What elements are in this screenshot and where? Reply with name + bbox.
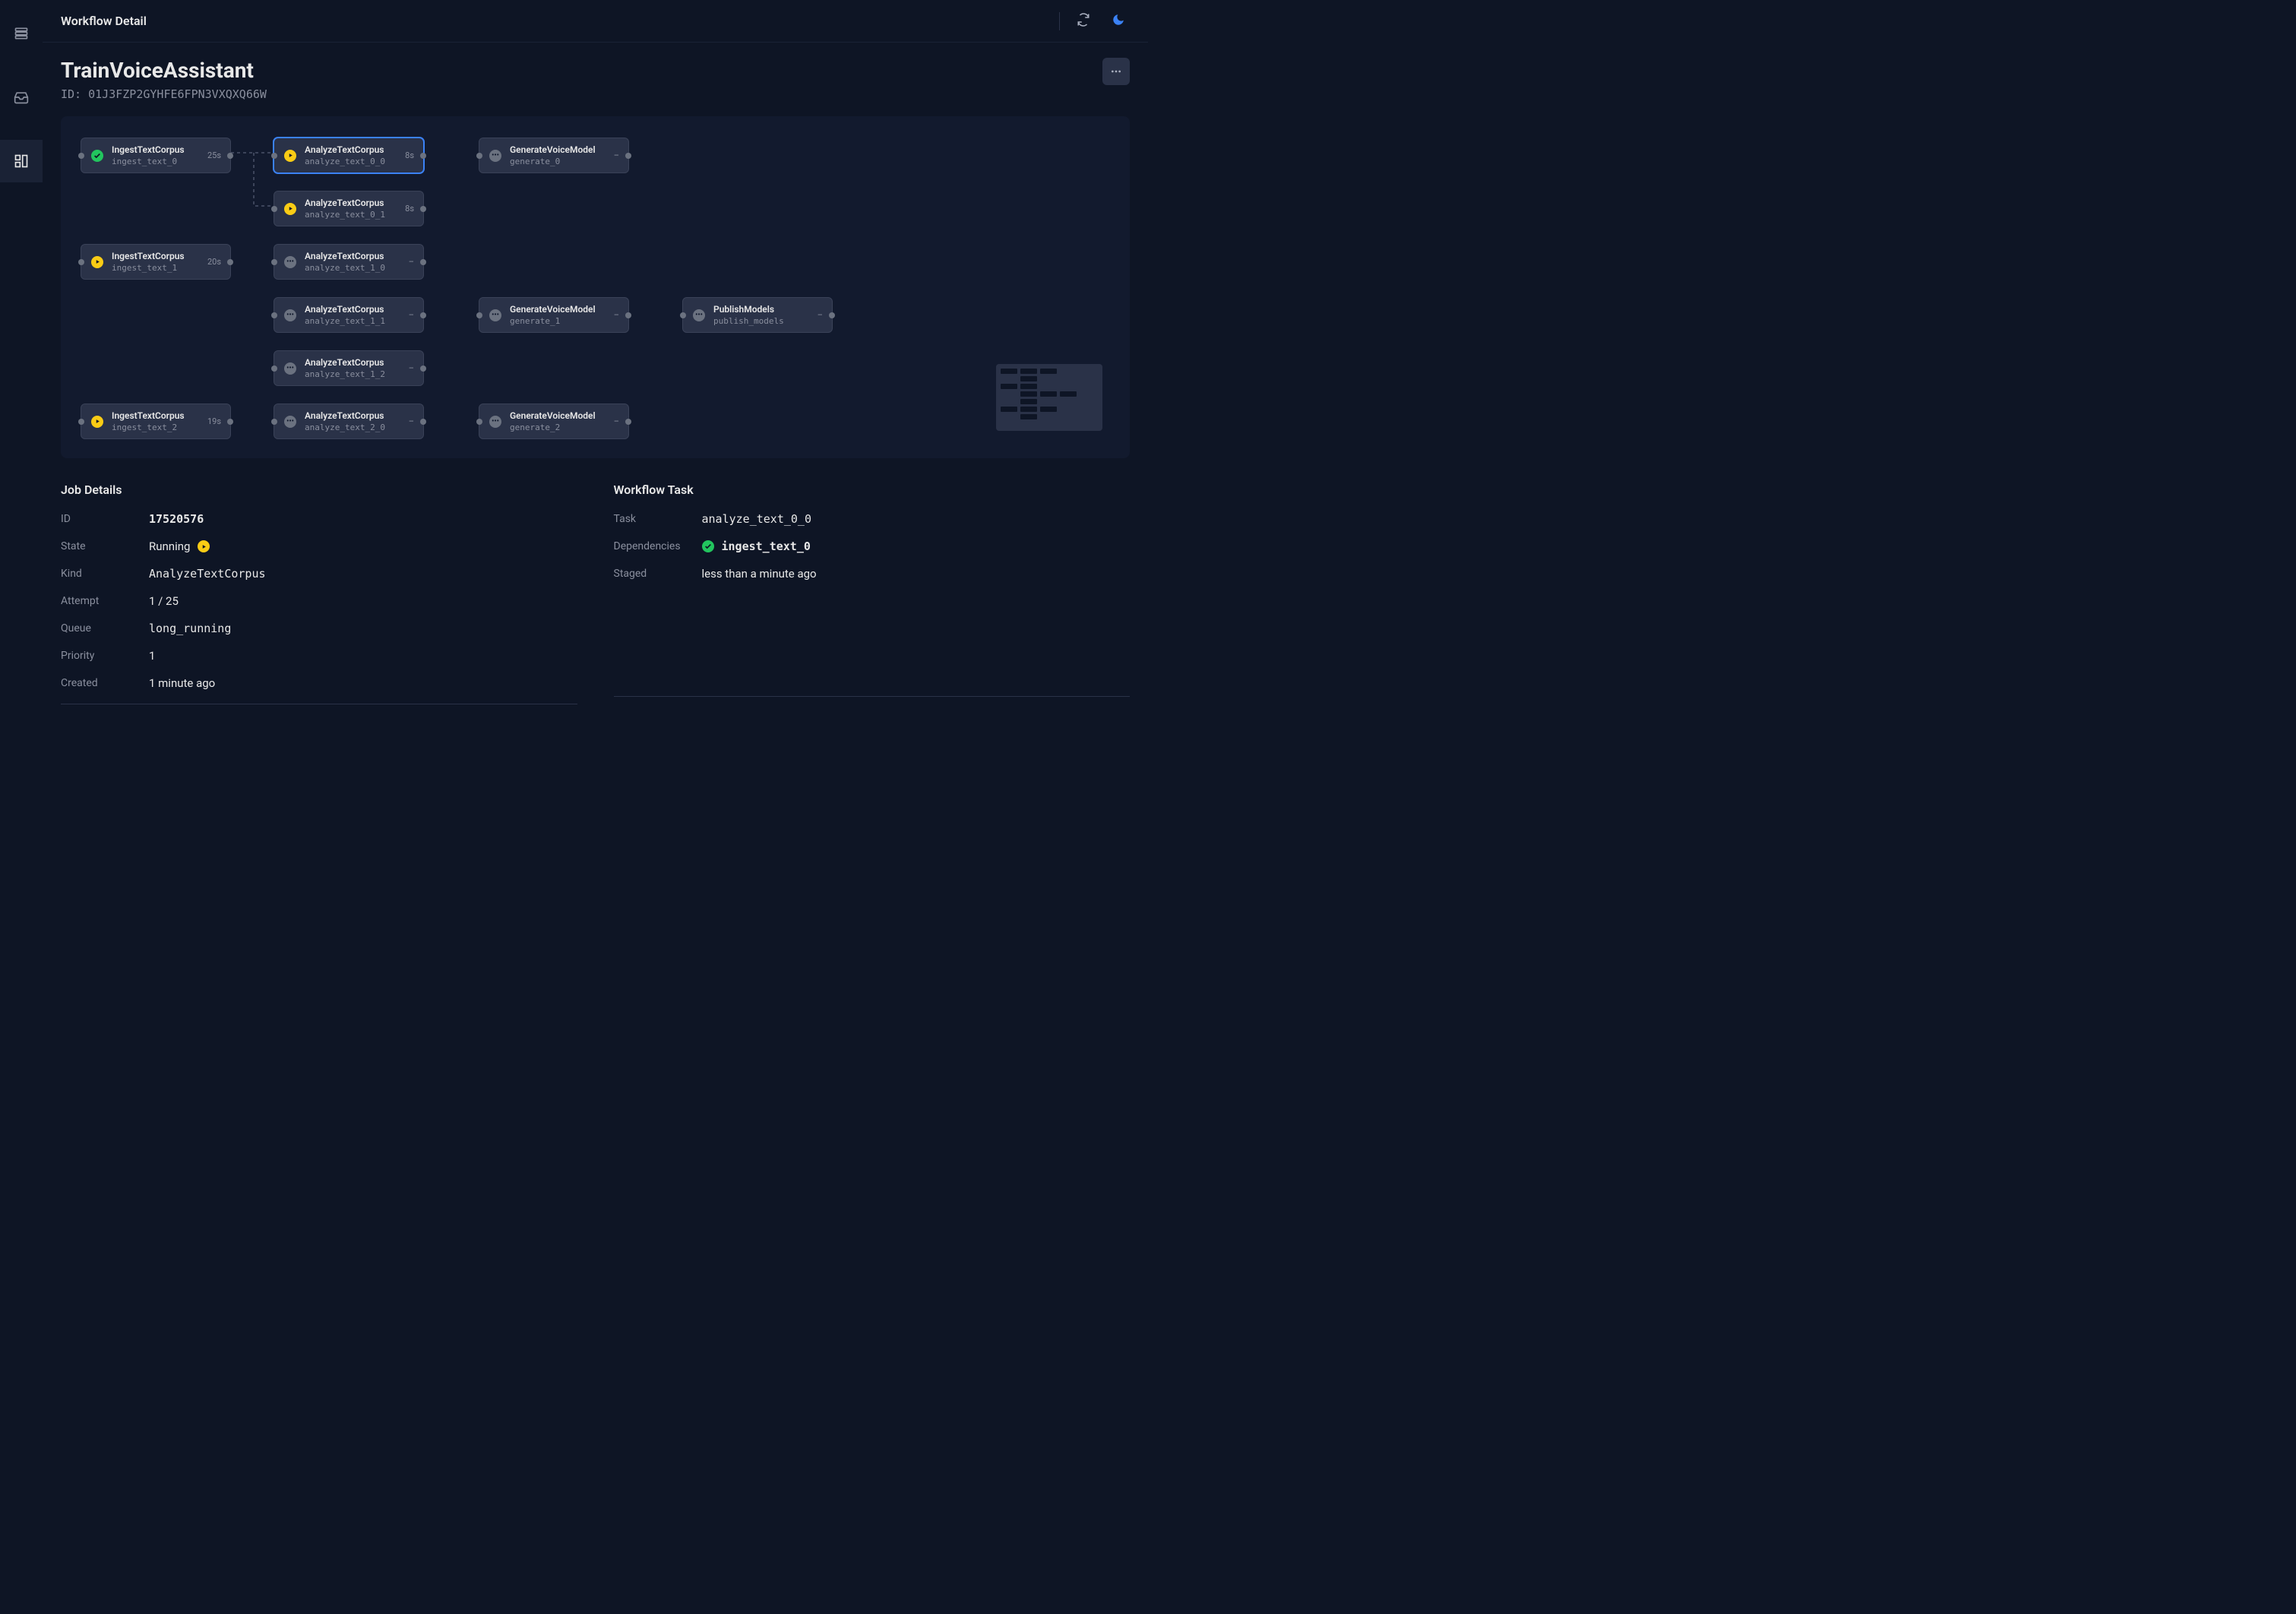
task-dependencies: ingest_text_0 (702, 540, 811, 553)
node-ingest-text-1[interactable]: IngestTextCorpusingest_text_1 20s (81, 244, 231, 280)
node-ingest-text-0[interactable]: IngestTextCorpusingest_text_0 25s (81, 138, 231, 173)
minimap[interactable] (996, 364, 1102, 431)
check-icon (702, 540, 714, 552)
play-icon (284, 203, 296, 215)
topbar-divider (1059, 12, 1060, 30)
pending-icon: ••• (489, 416, 501, 428)
inbox-icon (14, 90, 29, 105)
page-title: Workflow Detail (61, 14, 147, 28)
node-analyze-text-1-2[interactable]: ••• AnalyzeTextCorpusanalyze_text_1_2 – (274, 350, 424, 386)
job-attempt: 1 / 25 (149, 594, 179, 608)
workflow-task-panel: Workflow Task Taskanalyze_text_0_0 Depen… (614, 483, 1131, 704)
refresh-icon (1077, 13, 1090, 27)
play-icon (91, 256, 103, 268)
node-generate-2[interactable]: ••• GenerateVoiceModelgenerate_2 – (479, 404, 629, 439)
task-name: analyze_text_0_0 (702, 512, 812, 526)
moon-icon (1112, 13, 1125, 27)
workflow-name: TrainVoiceAssistant (61, 58, 267, 83)
check-icon (91, 150, 103, 162)
sidebar-item-inbox[interactable] (0, 76, 43, 119)
pending-icon: ••• (284, 362, 296, 375)
workflow-task-title: Workflow Task (614, 483, 1131, 497)
pending-icon: ••• (284, 256, 296, 268)
sidebar (0, 0, 43, 807)
node-generate-1[interactable]: ••• GenerateVoiceModelgenerate_1 – (479, 297, 629, 333)
workflows-icon (14, 153, 29, 169)
job-details-title: Job Details (61, 483, 577, 497)
job-created: 1 minute ago (149, 676, 215, 690)
node-publish-models[interactable]: ••• PublishModelspublish_models – (682, 297, 833, 333)
node-analyze-text-2-0[interactable]: ••• AnalyzeTextCorpusanalyze_text_2_0 – (274, 404, 424, 439)
job-id: 17520576 (149, 512, 204, 526)
pending-icon: ••• (693, 309, 705, 321)
more-button[interactable] (1102, 58, 1130, 85)
play-icon (91, 416, 103, 428)
pending-icon: ••• (284, 416, 296, 428)
workflow-id: ID: 01J3FZP2GYHFE6FPN3VXQXQ66W (61, 87, 267, 101)
theme-toggle[interactable] (1107, 8, 1130, 34)
job-kind: AnalyzeTextCorpus (149, 567, 266, 581)
job-state: Running (149, 540, 210, 553)
job-details-panel: Job Details ID17520576 StateRunning Kind… (61, 483, 577, 704)
node-generate-0[interactable]: ••• GenerateVoiceModelgenerate_0 – (479, 138, 629, 173)
pending-icon: ••• (489, 309, 501, 321)
play-icon (284, 150, 296, 162)
node-analyze-text-0-0[interactable]: AnalyzeTextCorpusanalyze_text_0_0 8s (274, 138, 424, 173)
sidebar-item-queues[interactable] (0, 12, 43, 55)
node-analyze-text-0-1[interactable]: AnalyzeTextCorpusanalyze_text_0_1 8s (274, 191, 424, 226)
node-ingest-text-2[interactable]: IngestTextCorpusingest_text_2 19s (81, 404, 231, 439)
job-queue: long_running (149, 622, 231, 635)
sidebar-item-workflows[interactable] (0, 140, 43, 182)
pending-icon: ••• (284, 309, 296, 321)
pending-icon: ••• (489, 150, 501, 162)
refresh-button[interactable] (1072, 8, 1095, 34)
job-priority: 1 (149, 649, 155, 663)
node-analyze-text-1-1[interactable]: ••• AnalyzeTextCorpusanalyze_text_1_1 – (274, 297, 424, 333)
queues-icon (14, 26, 29, 41)
play-icon (198, 540, 210, 552)
more-icon (1110, 65, 1122, 78)
topbar: Workflow Detail (43, 0, 1148, 43)
task-staged: less than a minute ago (702, 567, 817, 581)
dag-canvas[interactable]: IngestTextCorpusingest_text_0 25s Ingest… (61, 116, 1130, 458)
node-analyze-text-1-0[interactable]: ••• AnalyzeTextCorpusanalyze_text_1_0 – (274, 244, 424, 280)
